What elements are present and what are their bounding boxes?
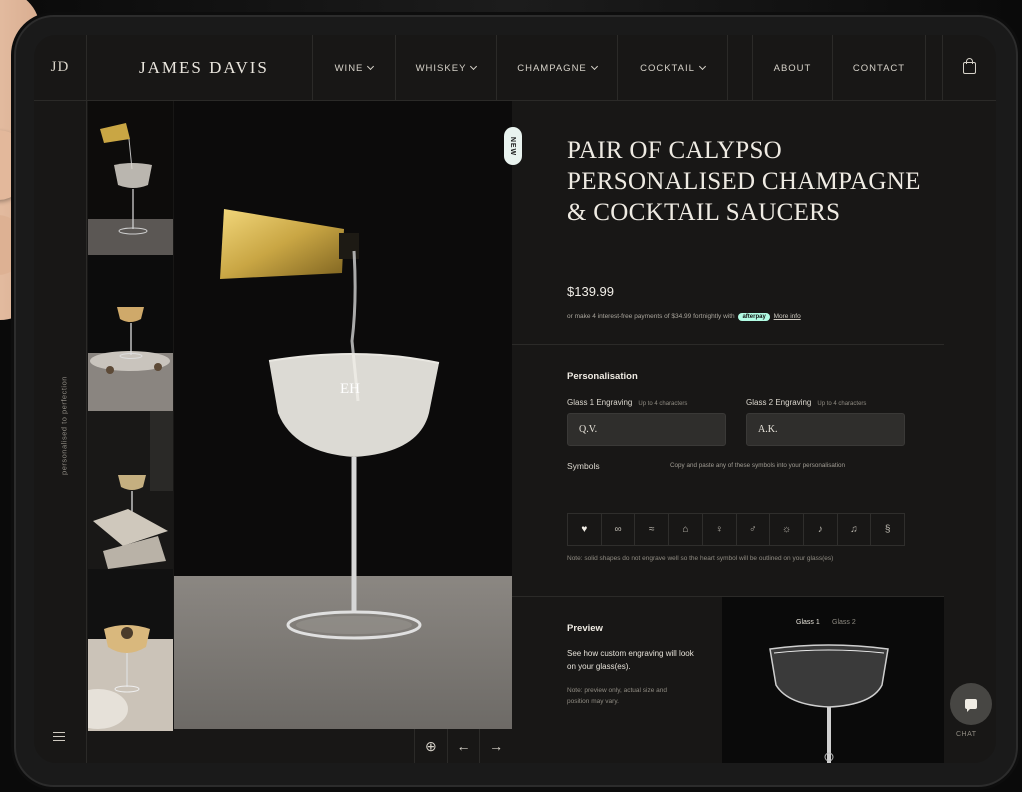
arrow-right-icon: →: [489, 738, 504, 754]
chevron-down-icon: [590, 62, 598, 71]
nav-item-whiskey[interactable]: WHISKEY: [396, 35, 497, 101]
logo-mark[interactable]: JD: [34, 35, 87, 100]
glass2-label-text: Glass 2 Engraving: [746, 398, 812, 407]
personalisation-heading: Personalisation: [567, 371, 638, 382]
arrow-left-icon: ←: [456, 738, 471, 754]
nav-item-cocktail[interactable]: COCKTAIL: [618, 35, 728, 101]
symbol-male[interactable]: ♂: [737, 514, 771, 545]
symbol-infinity[interactable]: ∞: [602, 514, 636, 545]
left-rail: personalised to perfection: [34, 101, 87, 763]
chevron-down-icon: [367, 62, 375, 71]
nav-item-champagne[interactable]: CHAMPAGNE: [497, 35, 618, 101]
glass2-hint: Up to 4 characters: [817, 401, 867, 407]
thumbnail-image: [88, 411, 173, 569]
glass1-hint: Up to 4 characters: [638, 401, 688, 407]
preview-note: Note: preview only, actual size and posi…: [567, 687, 667, 705]
thumbnail-2[interactable]: [88, 255, 173, 411]
nav-label: CHAMPAGNE: [517, 62, 587, 74]
brand-name[interactable]: JAMES DAVIS: [87, 35, 313, 100]
chat-label: CHAT: [956, 731, 977, 738]
thumbnail-3[interactable]: [88, 411, 173, 569]
nav-label: WHISKEY: [415, 62, 467, 74]
engraving-note: Note: solid shapes do not engrave well s…: [567, 555, 834, 562]
symbol-female[interactable]: ♀: [703, 514, 737, 545]
thumbnail-image: [88, 307, 173, 411]
nav-label: ABOUT: [773, 62, 812, 74]
thumbnail-image: [88, 123, 173, 255]
chevron-down-icon: [698, 62, 706, 71]
symbol-waves[interactable]: ≈: [635, 514, 670, 545]
prev-image-button[interactable]: ←: [446, 729, 480, 763]
thumbnail-strip: [88, 101, 173, 731]
glass2-value: A.K.: [758, 424, 778, 435]
symbol-note[interactable]: ♪: [804, 514, 838, 545]
nav-item-wine[interactable]: WINE: [313, 35, 396, 101]
photo-background: JD JAMES DAVIS WINE WHISKEY CHAMPAGNE CO…: [0, 0, 1022, 792]
afterpay-badge: afterpay: [738, 313, 770, 321]
image-controls: ⊕ ← →: [414, 729, 512, 763]
product-title: PAIR OF CALYPSO PERSONALISED CHAMPAGNE &…: [567, 137, 921, 226]
glass2-engraving-input[interactable]: A.K.: [746, 413, 905, 446]
glass1-label-text: Glass 1 Engraving: [567, 398, 633, 407]
nav-label: WINE: [334, 62, 364, 74]
chevron-down-icon: [470, 62, 478, 71]
chat-button[interactable]: [950, 683, 992, 725]
symbol-notes[interactable]: ♫: [838, 514, 872, 545]
nav-item-contact[interactable]: CONTACT: [833, 35, 926, 101]
engraving-text: EH: [340, 381, 360, 397]
thumbnail-4[interactable]: [88, 569, 173, 731]
main-nav: WINE WHISKEY CHAMPAGNE COCKTAIL ABOUT CO…: [313, 35, 926, 101]
thumbnail-1[interactable]: [88, 101, 173, 255]
divider: [512, 344, 944, 345]
shopping-bag-icon: [963, 58, 976, 74]
tagline: personalised to perfection: [59, 376, 69, 475]
thumbnail-image: [88, 625, 173, 731]
preview-description: See how custom engraving will look on yo…: [567, 649, 694, 671]
tablet-screen: JD JAMES DAVIS WINE WHISKEY CHAMPAGNE CO…: [34, 35, 996, 763]
symbol-sun[interactable]: ☼: [770, 514, 804, 545]
nav-item-about[interactable]: ABOUT: [753, 35, 833, 101]
product-info: PAIR OF CALYPSO PERSONALISED CHAMPAGNE &…: [512, 101, 996, 763]
symbol-heart[interactable]: ♥: [568, 514, 602, 545]
nav-spacer: [728, 35, 753, 101]
preview-section: Preview See how custom engraving will lo…: [512, 596, 944, 763]
symbols-row: ♥ ∞ ≈ ⌂ ♀ ♂ ☼ ♪ ♫ §: [567, 513, 905, 546]
preview-glass-image: [769, 644, 889, 763]
product-price: $139.99: [567, 284, 614, 299]
symbols-hint: Copy and paste any of these symbols into…: [670, 462, 846, 469]
glass1-value: Q.V.: [579, 424, 598, 435]
zoom-icon: ⊕: [424, 737, 437, 754]
preview-heading: Preview: [567, 623, 603, 634]
hamburger-icon[interactable]: [53, 732, 65, 741]
glass1-label: Glass 1 Engraving Up to 4 characters: [567, 398, 687, 407]
top-navigation: JD JAMES DAVIS WINE WHISKEY CHAMPAGNE CO…: [34, 35, 996, 101]
symbol-house[interactable]: ⌂: [669, 514, 703, 545]
symbol-section[interactable]: §: [871, 514, 904, 545]
nav-label: COCKTAIL: [640, 62, 695, 74]
afterpay-more-info-link[interactable]: More info: [774, 313, 801, 320]
symbols-label: Symbols: [567, 461, 600, 471]
next-image-button[interactable]: →: [479, 729, 512, 763]
chat-icon: [965, 699, 977, 712]
zoom-button[interactable]: ⊕: [414, 729, 447, 763]
nav-label: CONTACT: [852, 62, 906, 74]
glass1-engraving-input[interactable]: Q.V.: [567, 413, 726, 446]
afterpay-text: or make 4 interest-free payments of $34.…: [567, 313, 735, 320]
glass2-label: Glass 2 Engraving Up to 4 characters: [746, 398, 866, 407]
afterpay-line: or make 4 interest-free payments of $34.…: [567, 313, 801, 321]
product-photo: EH: [174, 209, 512, 729]
preview-panel: Glass 1 Glass 2: [722, 597, 944, 763]
cart-button[interactable]: [942, 35, 996, 101]
main-product-image[interactable]: EH: [174, 101, 512, 729]
